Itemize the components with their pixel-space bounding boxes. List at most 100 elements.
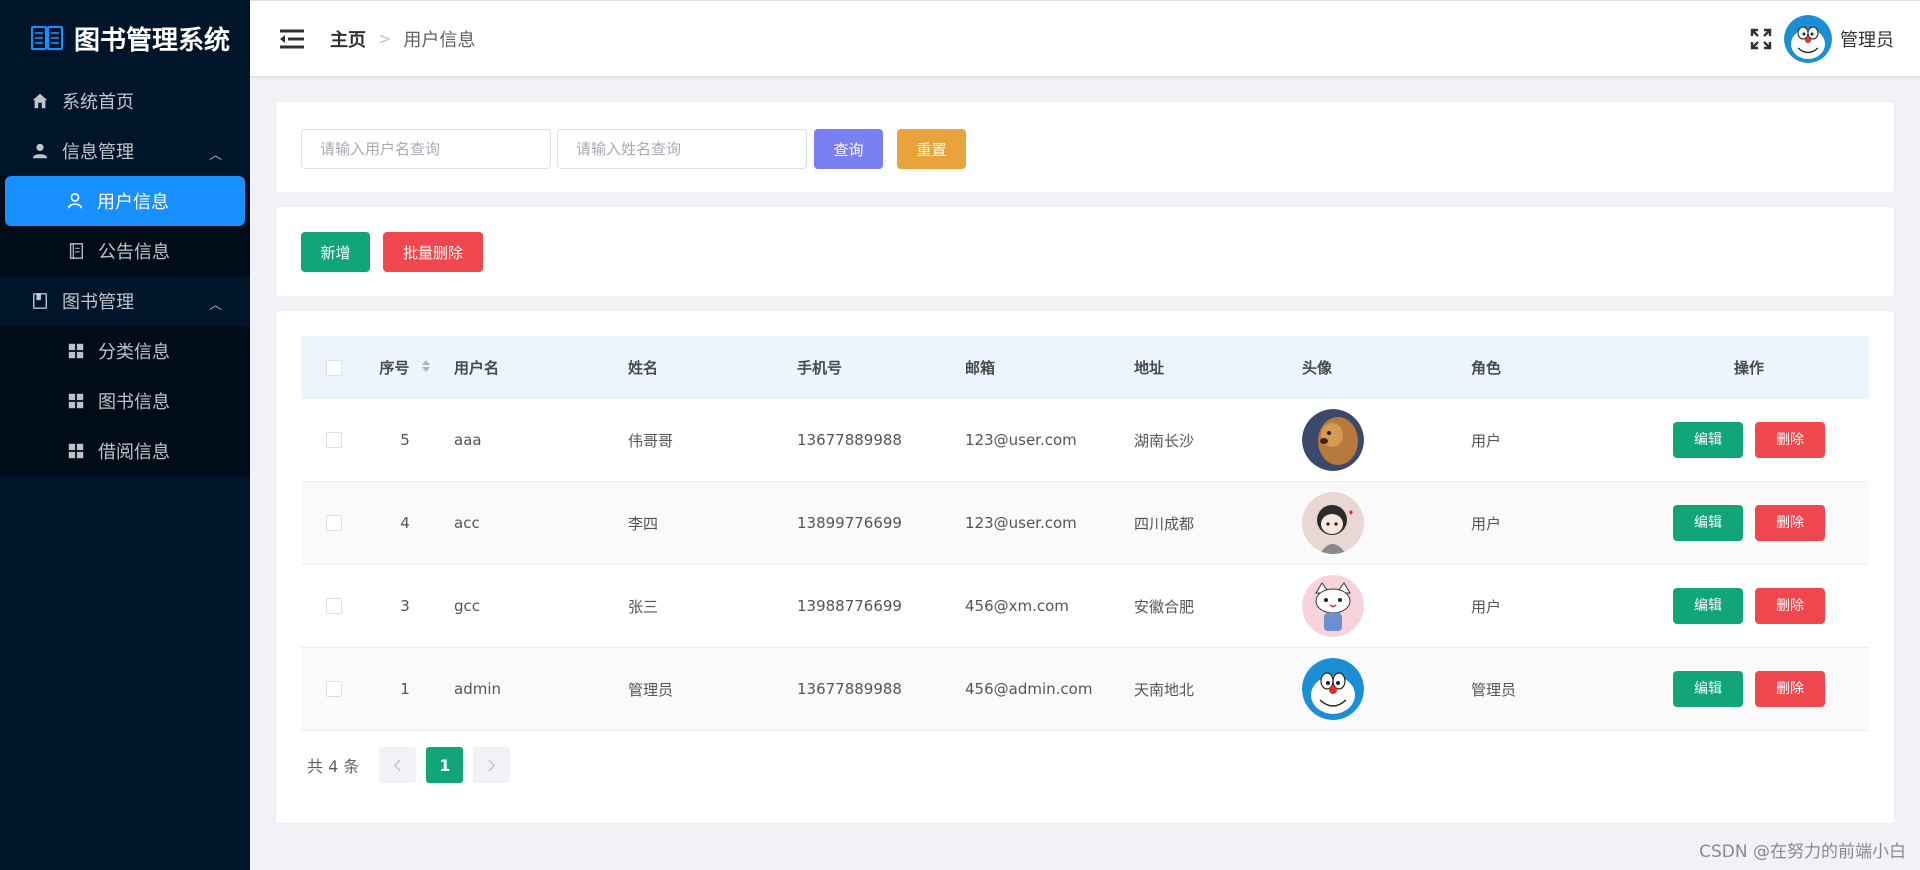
username-search-input[interactable] <box>301 129 551 169</box>
edit-button[interactable]: 编辑 <box>1673 671 1743 707</box>
row-checkbox[interactable] <box>301 598 366 614</box>
submenu-info: 用户信息 公告信息 <box>0 176 250 276</box>
delete-button[interactable]: 删除 <box>1755 422 1825 458</box>
cell-role: 用户 <box>1471 514 1502 533</box>
home-icon <box>30 91 50 111</box>
cell-email: 123@user.com <box>965 431 1077 449</box>
column-header-username: 用户名 <box>454 359 500 377</box>
avatar-image[interactable] <box>1302 492 1364 554</box>
cell-name: 管理员 <box>628 680 674 699</box>
cell-phone: 13677889988 <box>797 431 902 449</box>
table-row: 4 acc 李四 13899776699 123@user.com 四川成都 用… <box>301 482 1869 565</box>
page-number[interactable]: 1 <box>426 747 464 783</box>
table-row: 5 aaa 伟哥哥 13677889988 123@user.com 湖南长沙 … <box>301 399 1869 482</box>
cell-actions: 编辑 删除 <box>1629 505 1869 541</box>
logo: 图书管理系统 <box>0 0 250 76</box>
query-button[interactable]: 查询 <box>814 129 883 169</box>
chevron-right-icon <box>488 759 496 771</box>
cell-phone: 13899776699 <box>797 514 902 532</box>
fullscreen-icon[interactable] <box>1750 28 1772 50</box>
watermark: CSDN @在努力的前端小白 <box>1699 842 1906 862</box>
column-header-phone: 手机号 <box>797 359 843 377</box>
book-icon <box>30 291 50 311</box>
book-logo-icon <box>31 26 63 50</box>
sidebar: 图书管理系统 系统首页 信息管理 ︿ 用户信息 公告信息 图书管理 ︿ 分类信息… <box>0 0 250 870</box>
user-table: 序号 用户名 姓名 手机号 邮箱 地址 头像 角色 操作 5 aaa 伟哥哥 1… <box>301 336 1869 731</box>
table-card: 序号 用户名 姓名 手机号 邮箱 地址 头像 角色 操作 5 aaa 伟哥哥 1… <box>275 310 1895 824</box>
delete-button[interactable]: 删除 <box>1755 505 1825 541</box>
edit-button[interactable]: 编辑 <box>1673 505 1743 541</box>
avatar[interactable] <box>1784 15 1832 63</box>
cell-phone: 13677889988 <box>797 680 902 698</box>
cell-actions: 编辑 删除 <box>1629 588 1869 624</box>
cell-name: 伟哥哥 <box>628 431 674 450</box>
select-all-checkbox[interactable] <box>301 359 366 376</box>
sidebar-item-book-info[interactable]: 图书信息 <box>0 376 250 426</box>
avatar-image[interactable] <box>1302 658 1364 720</box>
user-icon <box>30 141 50 161</box>
batch-delete-button[interactable]: 批量删除 <box>383 232 483 272</box>
column-header-address: 地址 <box>1134 359 1165 377</box>
sidebar-item-borrow-info[interactable]: 借阅信息 <box>0 426 250 476</box>
cell-avatar <box>1292 409 1461 471</box>
prev-page-button[interactable] <box>379 747 417 783</box>
column-header-name: 姓名 <box>628 359 659 377</box>
cell-address: 四川成都 <box>1134 514 1195 533</box>
sidebar-item-notice-info[interactable]: 公告信息 <box>0 226 250 276</box>
cell-email: 456@admin.com <box>965 680 1093 698</box>
notebook-icon <box>66 241 86 261</box>
sidebar-item-category-info[interactable]: 分类信息 <box>0 326 250 376</box>
cell-username: aaa <box>454 431 482 449</box>
row-checkbox[interactable] <box>301 432 366 448</box>
name-search-input[interactable] <box>557 129 807 169</box>
add-button[interactable]: 新增 <box>301 232 370 272</box>
cell-role: 用户 <box>1471 431 1502 450</box>
sort-icon[interactable] <box>421 358 431 378</box>
cell-username: admin <box>454 680 501 698</box>
edit-button[interactable]: 编辑 <box>1673 422 1743 458</box>
avatar-image[interactable] <box>1302 575 1364 637</box>
cell-id: 1 <box>400 680 410 698</box>
username-label[interactable]: 管理员 <box>1840 26 1894 52</box>
total-count: 共 4 条 <box>307 757 360 776</box>
cell-id: 4 <box>400 514 410 532</box>
column-header-id[interactable]: 序号 <box>366 357 444 379</box>
sidebar-item-info-management[interactable]: 信息管理 ︿ <box>0 126 250 176</box>
sidebar-item-user-info[interactable]: 用户信息 <box>5 176 245 226</box>
pagination: 共 4 条 1 <box>307 747 511 783</box>
column-header-email: 邮箱 <box>965 359 996 377</box>
sidebar-item-home[interactable]: 系统首页 <box>0 76 250 126</box>
next-page-button[interactable] <box>473 747 511 783</box>
cell-address: 湖南长沙 <box>1134 431 1195 450</box>
chevron-left-icon <box>394 759 402 771</box>
chevron-right-icon: > <box>378 29 392 48</box>
edit-button[interactable]: 编辑 <box>1673 588 1743 624</box>
breadcrumb-home[interactable]: 主页 <box>330 26 366 52</box>
cell-role: 管理员 <box>1471 680 1517 699</box>
user-outline-icon <box>65 191 85 211</box>
table-header: 序号 用户名 姓名 手机号 邮箱 地址 头像 角色 操作 <box>301 336 1869 399</box>
cell-username: acc <box>454 514 480 532</box>
grid-icon <box>66 391 86 411</box>
grid-icon <box>66 441 86 461</box>
sidebar-item-book-management[interactable]: 图书管理 ︿ <box>0 276 250 326</box>
top-header: 主页 > 用户信息 管理员 <box>250 0 1920 76</box>
delete-button[interactable]: 删除 <box>1755 671 1825 707</box>
cell-actions: 编辑 删除 <box>1629 671 1869 707</box>
cell-email: 456@xm.com <box>965 597 1069 615</box>
cell-avatar <box>1292 492 1461 554</box>
menu-fold-icon[interactable] <box>278 28 306 50</box>
table-row: 3 gcc 张三 13988776699 456@xm.com 安徽合肥 用户 … <box>301 565 1869 648</box>
cell-actions: 编辑 删除 <box>1629 422 1869 458</box>
cell-id: 5 <box>400 431 410 449</box>
cell-avatar <box>1292 658 1461 720</box>
cell-name: 张三 <box>628 597 659 616</box>
reset-button[interactable]: 重置 <box>897 129 966 169</box>
delete-button[interactable]: 删除 <box>1755 588 1825 624</box>
avatar-image[interactable] <box>1302 409 1364 471</box>
row-checkbox[interactable] <box>301 515 366 531</box>
chevron-up-icon: ︿ <box>208 298 222 313</box>
breadcrumb-current: 用户信息 <box>403 29 476 51</box>
operations-card: 新增 批量删除 <box>275 206 1895 297</box>
row-checkbox[interactable] <box>301 681 366 697</box>
